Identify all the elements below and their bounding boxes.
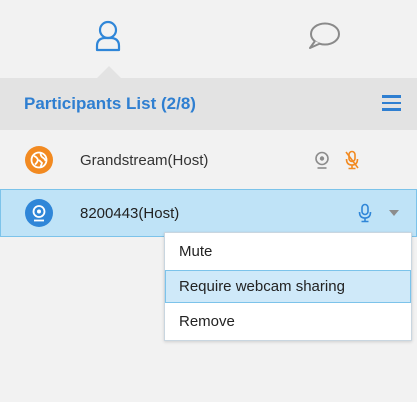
chat-icon: [309, 22, 340, 49]
participants-panel: Participants List (2/8) Grandstream(Host…: [0, 0, 417, 402]
participants-icon: [95, 20, 121, 52]
hamburger-menu-icon[interactable]: [382, 95, 401, 111]
participant-row-8200443[interactable]: 8200443(Host): [0, 189, 417, 237]
tab-chat[interactable]: [300, 16, 348, 56]
menu-item-require-webcam-sharing[interactable]: Require webcam sharing: [165, 270, 411, 303]
participants-header: Participants List (2/8): [0, 78, 417, 130]
participant-name: 8200443(Host): [80, 204, 180, 222]
caret-down-icon[interactable]: [388, 207, 400, 219]
tab-participants[interactable]: [86, 16, 130, 56]
mic-muted-icon[interactable]: [343, 149, 361, 171]
participants-list-title: Participants List (2/8): [24, 94, 196, 113]
tab-bar: [0, 0, 417, 78]
participant-name: Grandstream(Host): [80, 151, 209, 169]
mic-icon[interactable]: [357, 202, 373, 224]
menu-item-remove[interactable]: Remove: [165, 305, 411, 338]
menu-item-mute[interactable]: Mute: [165, 235, 411, 268]
participant-row-grandstream[interactable]: Grandstream(Host): [0, 136, 417, 184]
webcam-icon[interactable]: [313, 150, 331, 170]
webcam-avatar-icon: [25, 199, 53, 227]
participant-context-menu: Mute Require webcam sharing Remove: [164, 232, 412, 341]
globe-avatar-icon: [25, 146, 53, 174]
active-tab-pointer: [97, 66, 121, 78]
